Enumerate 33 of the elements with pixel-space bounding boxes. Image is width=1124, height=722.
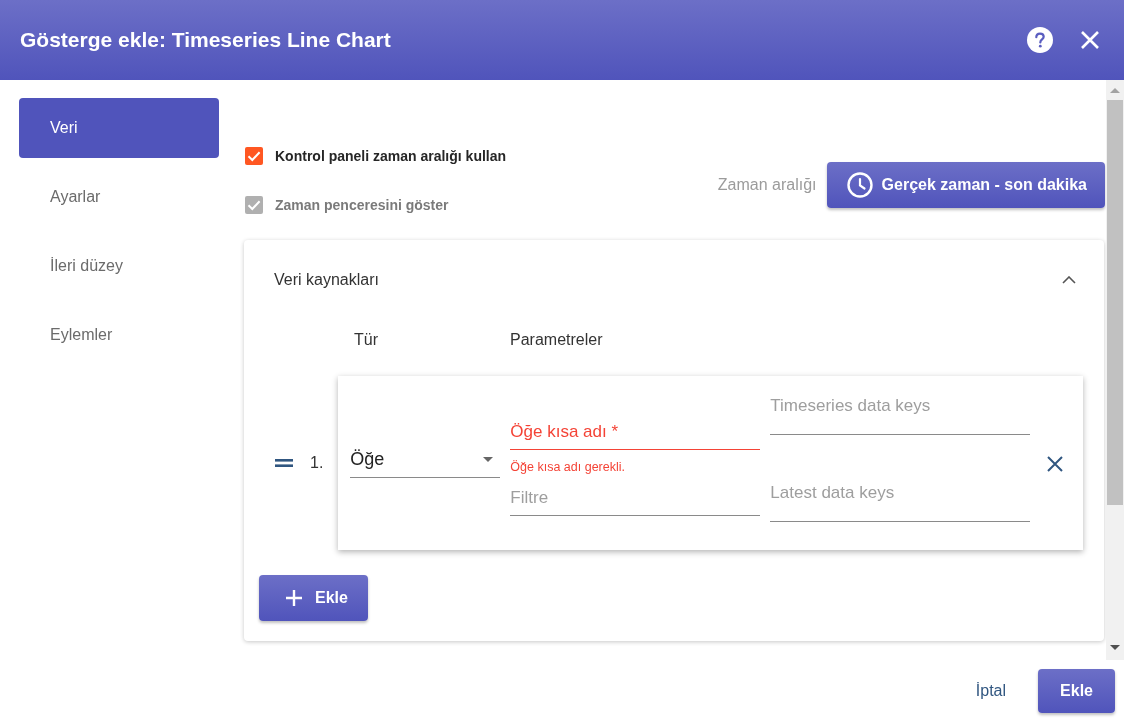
help-icon[interactable] bbox=[1027, 27, 1053, 53]
confirm-button[interactable]: Ekle bbox=[1038, 669, 1115, 713]
scroll-down-icon[interactable] bbox=[1110, 645, 1120, 650]
clock-icon bbox=[846, 172, 873, 198]
type-select[interactable]: Öğe bbox=[350, 442, 501, 478]
chevron-icon[interactable] bbox=[1062, 276, 1076, 284]
sidebar-tab[interactable]: Eylemler bbox=[19, 305, 219, 365]
plus-icon bbox=[286, 590, 302, 606]
checkbox[interactable] bbox=[245, 147, 263, 165]
error-message: Öğe kısa adı gerekli. bbox=[510, 459, 625, 476]
text-field[interactable]: Öğe kısa adı * bbox=[510, 414, 761, 450]
scrollbar-thumb[interactable] bbox=[1107, 100, 1123, 505]
add-button[interactable]: Ekle bbox=[259, 575, 368, 621]
sidebar-tab[interactable]: Ayarlar bbox=[19, 167, 219, 227]
drag-handle-icon[interactable] bbox=[275, 459, 293, 467]
time-range-label: Zaman aralığı bbox=[717, 176, 817, 194]
scrollbar[interactable] bbox=[1106, 80, 1124, 660]
caret-icon bbox=[483, 457, 494, 462]
sidebar-tab[interactable]: Veri bbox=[19, 98, 219, 158]
column-header: Tür bbox=[354, 331, 378, 349]
text-field[interactable]: Latest data keys bbox=[770, 476, 1031, 522]
column-header: Parametreler bbox=[510, 331, 603, 349]
checkbox-label: Kontrol paneli zaman aralığı kullan bbox=[275, 148, 507, 164]
sidebar-tab[interactable]: İleri düzey bbox=[19, 236, 219, 296]
panel-title: Veri kaynakları bbox=[274, 271, 379, 289]
close-icon[interactable] bbox=[1047, 456, 1064, 472]
row-number: 1. bbox=[310, 454, 324, 472]
dialog-title: Gösterge ekle: Timeseries Line Chart bbox=[20, 28, 391, 52]
cancel-button[interactable]: İptal bbox=[959, 669, 1023, 713]
text-field[interactable]: Filtre bbox=[510, 480, 761, 516]
time-range-button[interactable]: Gerçek zaman - son dakika bbox=[826, 162, 1105, 208]
text-field[interactable]: Timeseries data keys bbox=[770, 389, 1031, 435]
checkbox-label: Zaman penceresini göster bbox=[275, 197, 449, 213]
